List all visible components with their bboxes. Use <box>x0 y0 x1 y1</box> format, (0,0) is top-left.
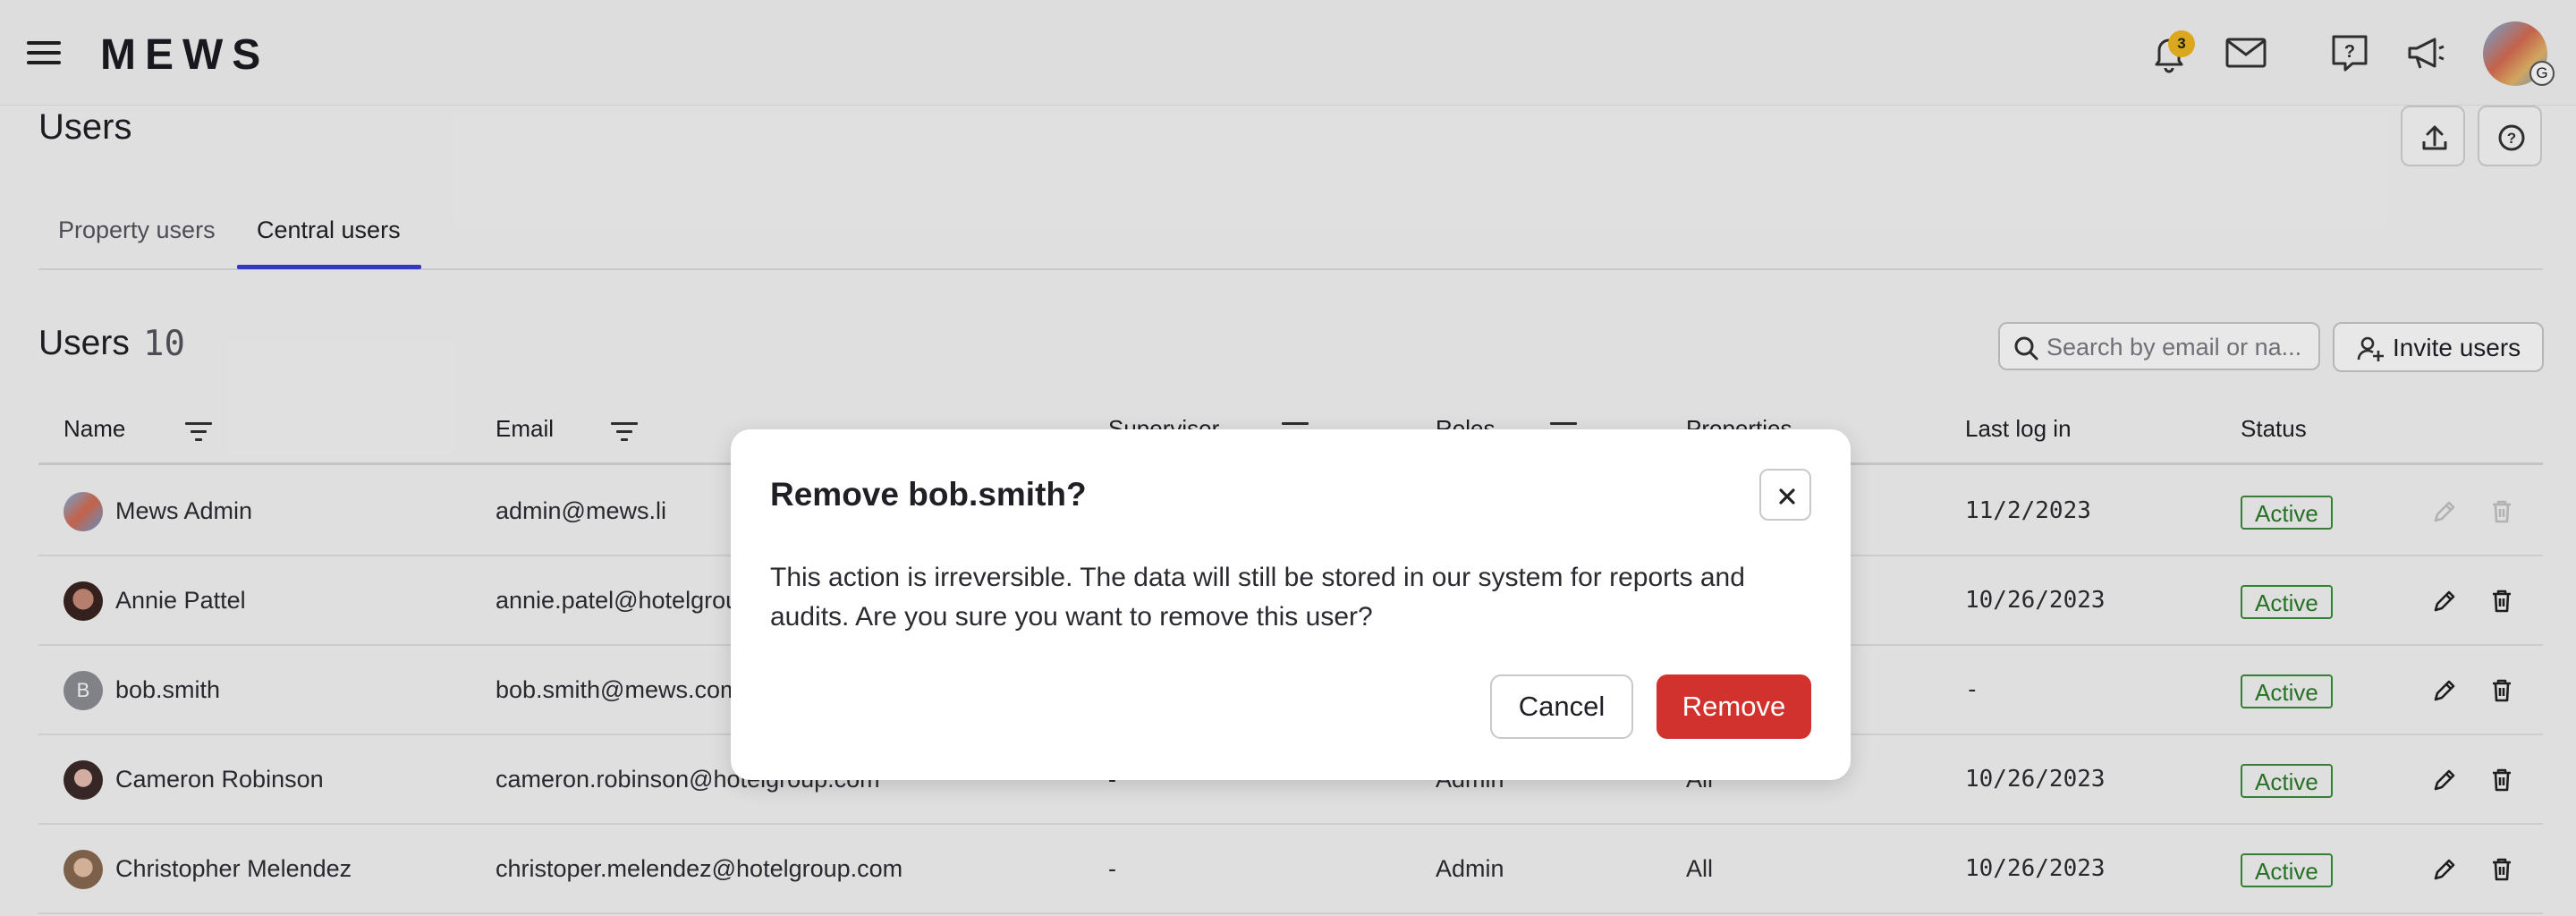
remove-button[interactable]: Remove <box>1657 674 1811 739</box>
close-button[interactable] <box>1759 469 1811 521</box>
remove-user-dialog: Remove bob.smith? This action is irrever… <box>731 429 1851 780</box>
dialog-title: Remove bob.smith? <box>770 476 1087 513</box>
dialog-message: This action is irreversible. The data wi… <box>770 563 1745 632</box>
close-icon <box>1779 488 1795 505</box>
cancel-button[interactable]: Cancel <box>1490 674 1633 739</box>
